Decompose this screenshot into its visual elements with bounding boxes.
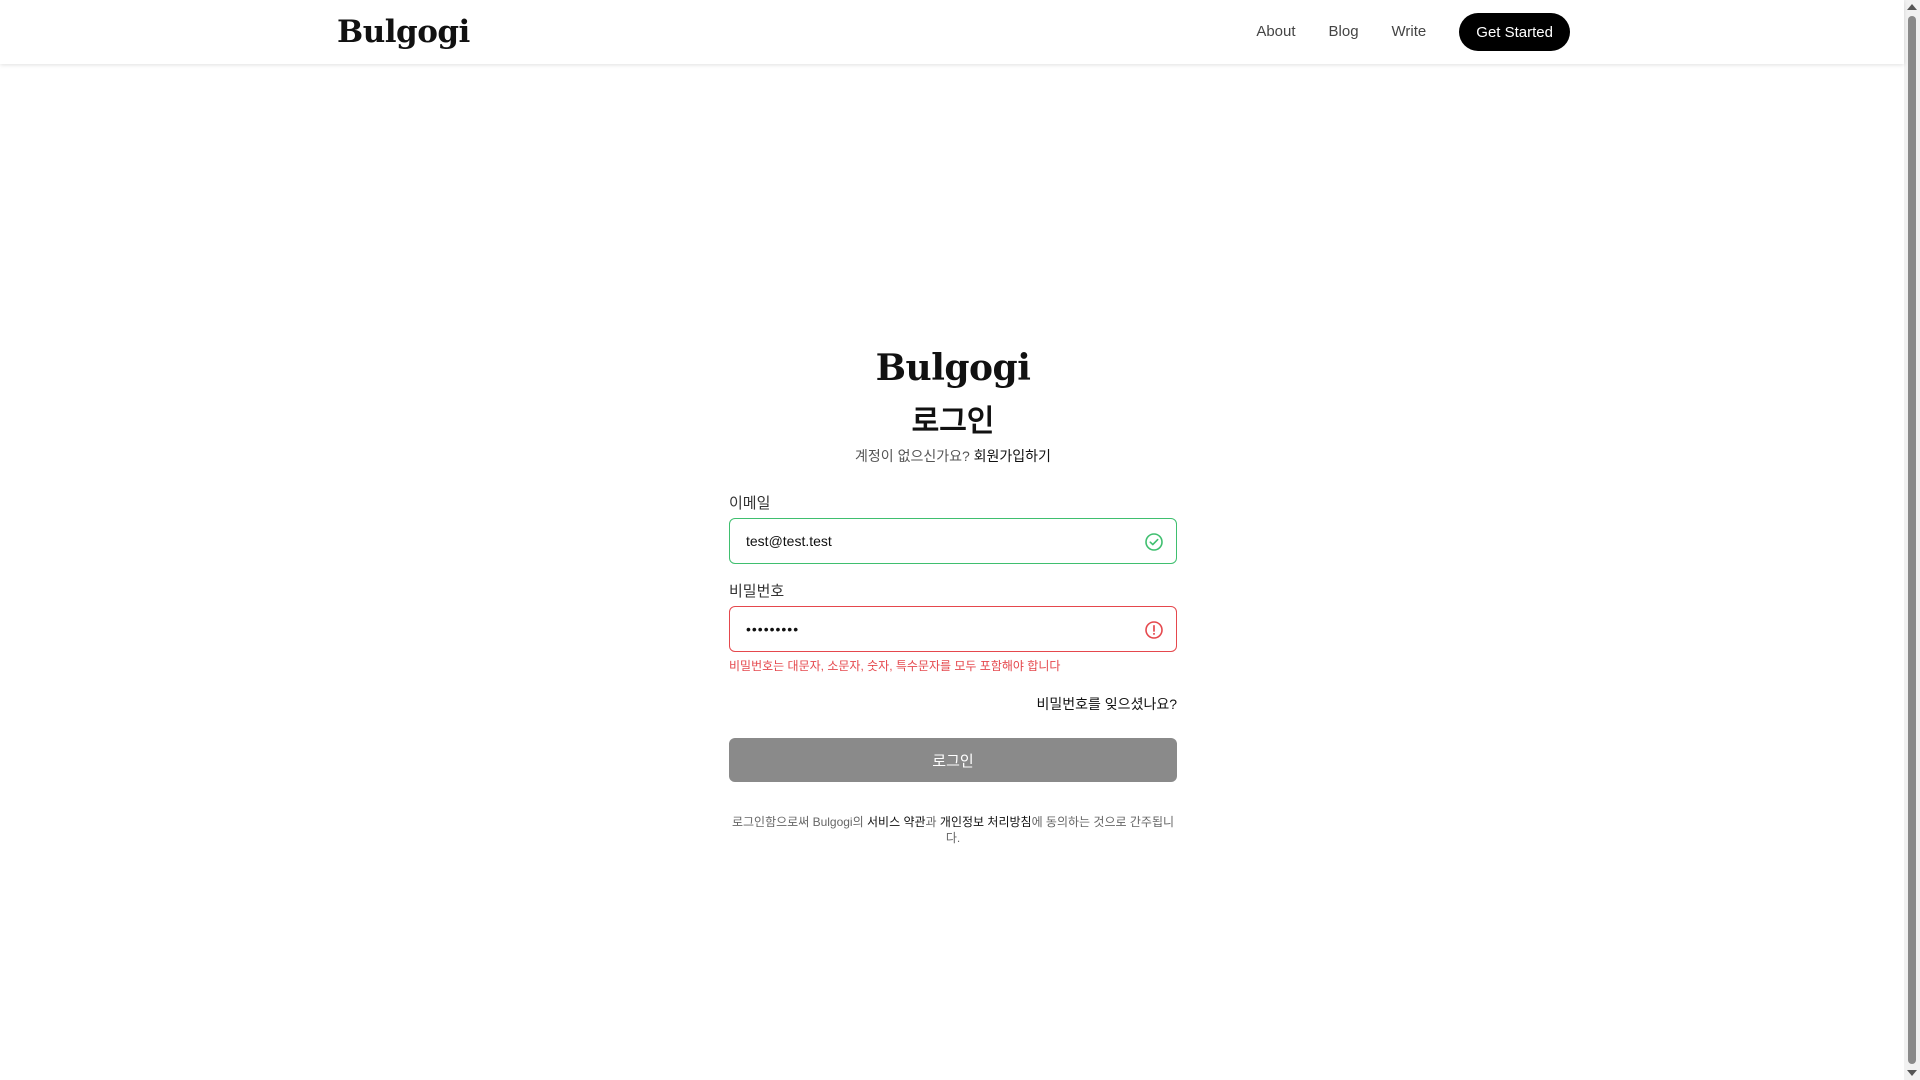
nav-about-link[interactable]: About [1256,13,1295,51]
forgot-password-link[interactable]: 비밀번호를 잊으셨나요? [1037,696,1177,712]
signup-prompt: 계정이 없으신가요? 회원가입하기 [729,446,1177,466]
email-field-wrapper [729,518,1177,564]
page-title: 로그인 [911,405,995,438]
privacy-policy-link[interactable]: 개인정보 처리방침 [940,815,1032,829]
main-nav: About Blog Write Get Started [1256,13,1570,51]
scrollbar-thumb[interactable] [1908,16,1916,1064]
service-terms-link[interactable]: 서비스 약관 [867,815,926,829]
signup-prompt-text: 계정이 없으신가요? [855,448,974,464]
login-form-container: Bulgogi 로그인 계정이 없으신가요? 회원가입하기 이메일 비밀번호 비… [729,340,1177,846]
nav-write-link[interactable]: Write [1392,13,1427,51]
forgot-password-row: 비밀번호를 잊으셨나요? [729,694,1177,714]
header-logo[interactable]: Bulgogi [337,10,470,54]
email-input[interactable] [730,519,1176,563]
password-label: 비밀번호 [729,583,785,600]
top-navbar: Bulgogi About Blog Write Get Started [0,0,1904,64]
password-input[interactable] [730,607,1176,651]
nav-blog-link[interactable]: Blog [1329,13,1359,51]
alert-circle-icon [1145,621,1163,639]
password-field-wrapper [729,606,1177,652]
page-scrollbar[interactable] [1904,0,1920,1080]
password-error-message: 비밀번호는 대문자, 소문자, 숫자, 특수문자를 모두 포함해야 합니다 [729,659,1061,673]
terms-and: 과 [925,815,940,829]
scroll-down-arrow-icon[interactable] [1907,1070,1917,1076]
login-brand-logo: Bulgogi [875,347,1031,389]
get-started-button[interactable]: Get Started [1459,13,1570,51]
check-circle-icon [1145,533,1163,551]
scroll-up-arrow-icon[interactable] [1907,4,1917,10]
signup-link[interactable]: 회원가입하기 [974,448,1051,464]
terms-notice: 로그인함으로써 Bulgogi의 서비스 약관과 개인정보 처리방침에 동의하는… [729,814,1177,846]
terms-prefix: 로그인함으로써 Bulgogi의 [731,815,867,829]
email-label: 이메일 [729,495,771,512]
login-button[interactable]: 로그인 [729,738,1177,782]
